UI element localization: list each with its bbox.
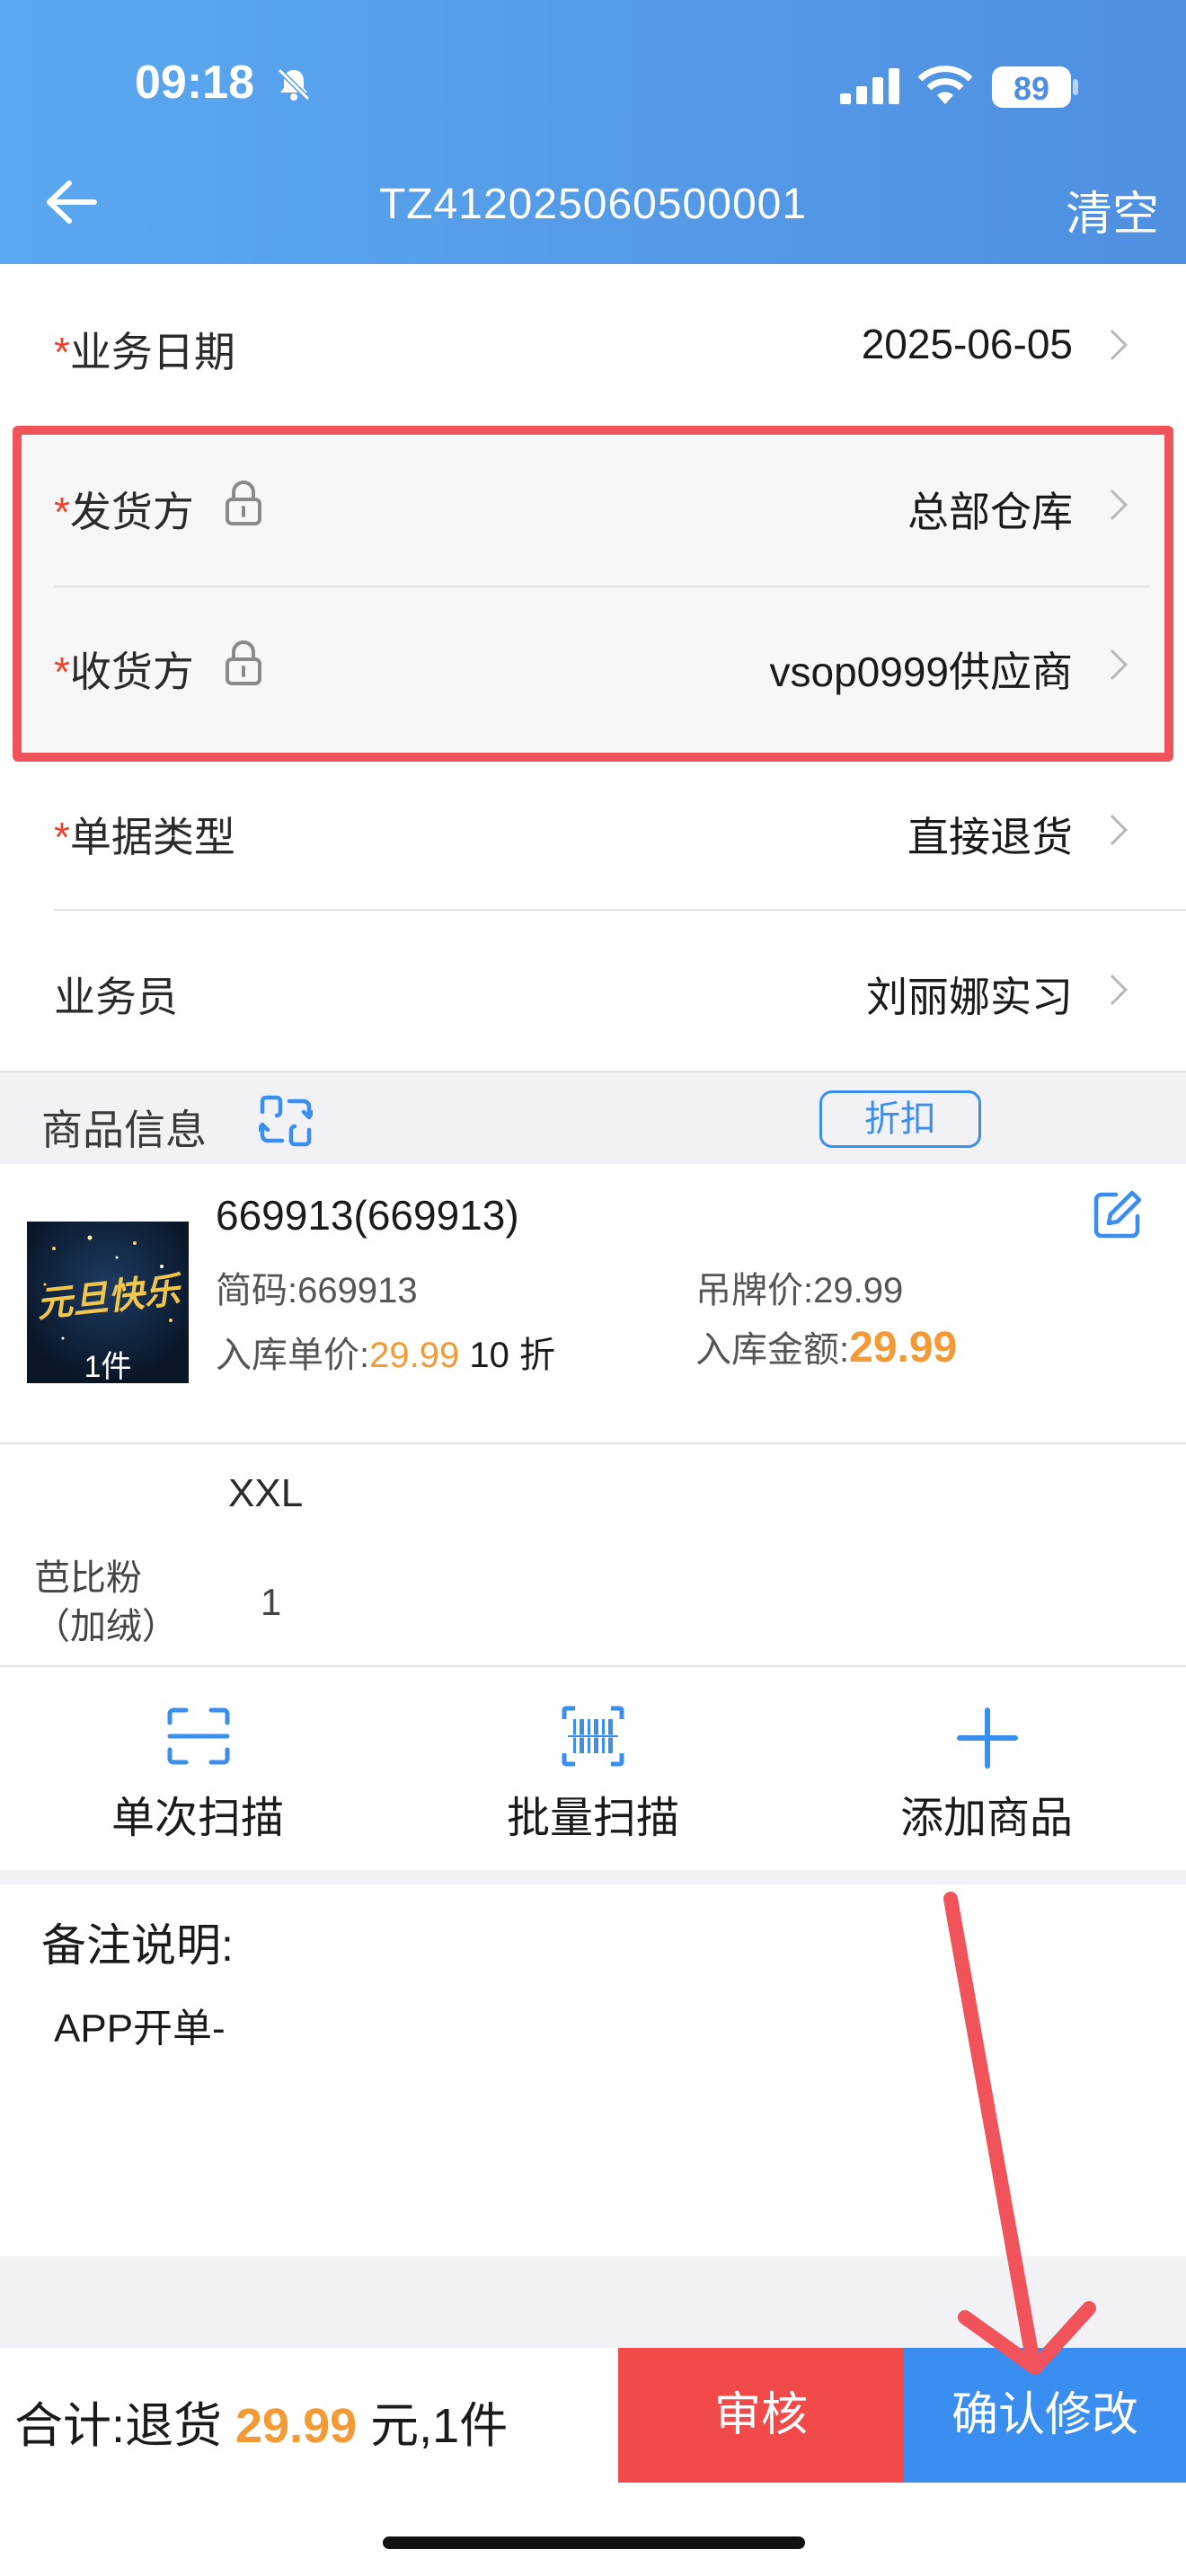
product-name: 669913(669913) bbox=[216, 1192, 519, 1239]
business-date-value: 2025-06-05 bbox=[861, 321, 1073, 367]
remark-label: 备注说明: bbox=[41, 1920, 234, 1971]
goods-section-header: 商品信息 折扣 bbox=[0, 1071, 1186, 1164]
status-time: 09:18 bbox=[135, 57, 254, 109]
annotation-arrow bbox=[943, 1892, 1096, 2375]
color-name: 芭比粉 （加绒） bbox=[34, 1558, 178, 1646]
receiver-label: *收货方 bbox=[54, 648, 194, 695]
bottom-safe-area bbox=[0, 2483, 1186, 2576]
inbound-amount: 入库金额:29.99 bbox=[695, 1324, 958, 1372]
total-summary: 合计:退货 29.99 元,1件 bbox=[14, 2399, 509, 2453]
clear-button[interactable]: 清空 bbox=[1066, 176, 1159, 243]
salesperson-label: 业务员 bbox=[54, 974, 178, 1020]
mute-bell-icon bbox=[277, 67, 311, 101]
row-shipper[interactable]: *发货方 总部仓库 bbox=[0, 426, 1186, 587]
row-doc-type[interactable]: *单据类型 直接退货 bbox=[0, 749, 1186, 911]
chevron-right-icon bbox=[1097, 330, 1128, 360]
goods-item-card[interactable]: 元旦快乐 1件 669913(669913) 简码:669913 吊牌价:29.… bbox=[0, 1164, 1186, 1444]
add-goods-label: 添加商品 bbox=[899, 1795, 1073, 1842]
product-thumbnail: 元旦快乐 1件 bbox=[27, 1222, 189, 1383]
switch-view-icon[interactable] bbox=[259, 1094, 313, 1148]
batch-scan-button[interactable]: 批量扫描 bbox=[458, 1698, 728, 1850]
chevron-right-icon bbox=[1097, 649, 1128, 680]
chevron-right-icon bbox=[1097, 490, 1128, 520]
shipper-value: 总部仓库 bbox=[907, 489, 1073, 535]
goods-section-label: 商品信息 bbox=[41, 1107, 207, 1153]
page-title: TZ412025060500001 bbox=[378, 181, 808, 228]
business-date-label: *业务日期 bbox=[54, 329, 235, 375]
discount-button[interactable]: 折扣 bbox=[819, 1090, 981, 1148]
battery-cap bbox=[1073, 79, 1078, 95]
qty-badge: 1件 bbox=[84, 1350, 132, 1383]
single-scan-button[interactable]: 单次扫描 bbox=[63, 1698, 332, 1850]
tag-price: 吊牌价:29.99 bbox=[695, 1271, 904, 1310]
lock-icon bbox=[226, 481, 261, 525]
single-scan-label: 单次扫描 bbox=[111, 1795, 284, 1842]
wifi-icon bbox=[918, 66, 972, 104]
doc-type-value: 直接退货 bbox=[907, 814, 1073, 860]
row-receiver[interactable]: *收货方 vsop0999供应商 bbox=[0, 587, 1186, 749]
home-indicator bbox=[383, 2536, 805, 2549]
audit-button[interactable]: 审核 bbox=[618, 2348, 904, 2483]
size-header: XXL bbox=[228, 1471, 304, 1515]
shipper-label: *发货方 bbox=[54, 489, 194, 535]
chevron-right-icon bbox=[1097, 815, 1128, 845]
add-goods-button[interactable]: 添加商品 bbox=[852, 1698, 1121, 1850]
doc-type-label: *单据类型 bbox=[54, 814, 235, 860]
size-color-grid: XXL 芭比粉 （加绒） 1 bbox=[0, 1444, 1186, 1665]
color-qty[interactable]: 1 bbox=[261, 1581, 281, 1624]
plus-icon bbox=[957, 1707, 1018, 1769]
receiver-value: vsop0999供应商 bbox=[769, 648, 1074, 695]
battery-level: 89 bbox=[1013, 70, 1050, 107]
remark-text[interactable]: APP开单- bbox=[54, 1996, 226, 2053]
battery-icon: 89 bbox=[992, 66, 1071, 108]
product-code: 简码:669913 bbox=[216, 1271, 418, 1310]
scan-frame-icon bbox=[167, 1707, 230, 1765]
edit-icon[interactable] bbox=[1093, 1189, 1143, 1239]
row-business-date[interactable]: *业务日期 2025-06-05 bbox=[0, 264, 1186, 426]
row-salesperson[interactable]: 业务员 刘丽娜实习 bbox=[0, 911, 1186, 1071]
lock-icon bbox=[226, 640, 261, 685]
salesperson-value: 刘丽娜实习 bbox=[866, 974, 1073, 1020]
signal-icon bbox=[840, 68, 899, 104]
batch-scan-label: 批量扫描 bbox=[506, 1795, 679, 1842]
barcode-icon bbox=[562, 1706, 624, 1767]
app-header: 09:18 89 TZ412025060500001 清空 bbox=[0, 0, 1186, 264]
unit-price: 入库单价:29.99 10 折 bbox=[216, 1336, 555, 1375]
chevron-right-icon bbox=[1097, 975, 1128, 1005]
